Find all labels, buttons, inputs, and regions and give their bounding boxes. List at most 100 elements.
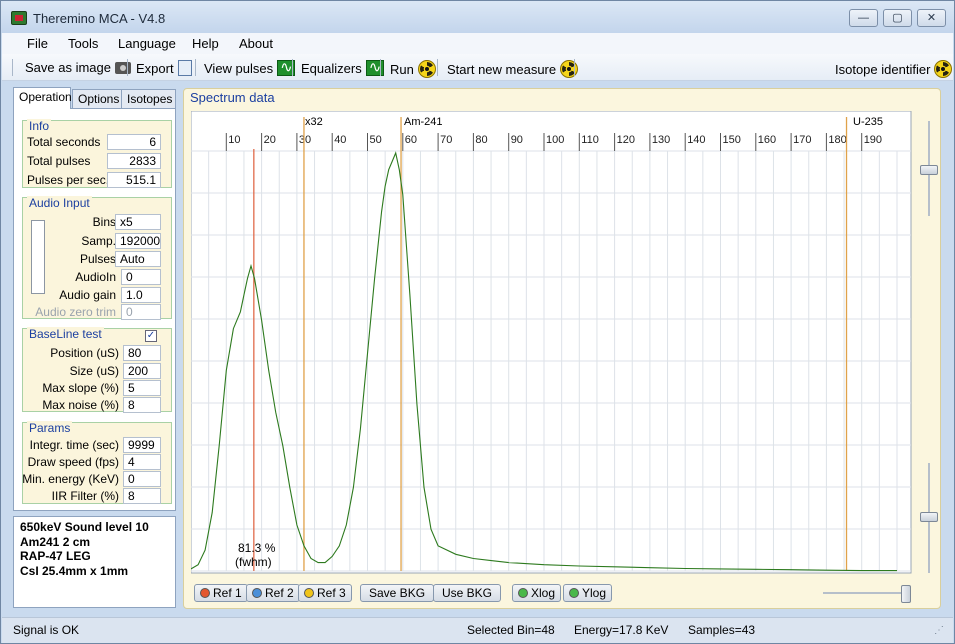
use-bkg-button[interactable]: Use BKG xyxy=(433,584,502,602)
info-group-title: Info xyxy=(27,119,52,133)
green-dot-icon xyxy=(569,588,579,598)
pulses-label: Pulses xyxy=(79,252,116,266)
camera-icon xyxy=(115,61,131,74)
max-noise-label: Max noise (%) xyxy=(42,398,119,412)
view-pulses-button[interactable]: View pulses xyxy=(204,58,296,76)
ref2-button[interactable]: Ref 2 xyxy=(246,584,300,602)
slider-thumb[interactable] xyxy=(901,585,911,603)
x-tick-label: 170 xyxy=(793,134,811,146)
x-tick-label: 30 xyxy=(299,134,311,146)
save-image-button[interactable]: Save as image xyxy=(25,60,131,75)
close-button[interactable]: ✕ xyxy=(917,9,946,27)
audioin-field[interactable]: 0 xyxy=(121,269,161,285)
slider-track xyxy=(823,592,911,594)
menu-file[interactable]: File xyxy=(27,36,48,51)
fwhm-label: (fwhm) xyxy=(235,555,272,569)
energy-status: Energy=17.8 KeV xyxy=(574,623,669,637)
integr-time-label: Integr. time (sec) xyxy=(29,438,119,452)
params-group: Params Integr. time (sec) 9999 Draw spee… xyxy=(22,421,172,504)
samp-select[interactable]: 192000 xyxy=(115,233,161,249)
min-energy-field[interactable]: 0 xyxy=(123,471,161,487)
total-pulses-value: 2833 xyxy=(107,153,161,169)
x-tick-label: 80 xyxy=(475,134,487,146)
export-label: Export xyxy=(136,60,174,76)
marker-u235-label: U-235 xyxy=(853,116,883,128)
pulses-select[interactable]: Auto xyxy=(115,251,161,267)
toolbar-separator xyxy=(380,59,381,76)
equalizers-button[interactable]: Equalizers xyxy=(301,58,384,76)
x-zoom-slider[interactable] xyxy=(823,583,913,603)
max-slope-label: Max slope (%) xyxy=(42,381,119,395)
baseline-group-title: BaseLine test xyxy=(27,327,104,341)
bins-select[interactable]: x5 xyxy=(115,214,161,230)
menu-about[interactable]: About xyxy=(239,36,273,51)
max-noise-field[interactable]: 8 xyxy=(123,397,161,413)
run-button[interactable]: Run xyxy=(390,60,436,78)
size-label: Size (uS) xyxy=(69,364,119,378)
pps-value: 515.1 xyxy=(107,172,161,188)
menu-language[interactable]: Language xyxy=(118,36,176,51)
toolbar-separator xyxy=(195,59,196,76)
export-button[interactable]: Export xyxy=(136,60,192,76)
selected-bin-status: Selected Bin=48 xyxy=(467,623,555,637)
max-slope-field[interactable]: 5 xyxy=(123,380,161,396)
baseline-checkbox[interactable]: ✓ xyxy=(145,330,157,342)
resize-grip-icon[interactable]: ⋰ xyxy=(934,625,944,636)
title-bar: Theremino MCA - V4.8 — ▢ ✕ xyxy=(1,1,954,33)
x-tick-label: 60 xyxy=(405,134,417,146)
export-icon xyxy=(177,60,192,76)
audio-gain-field[interactable]: 1.0 xyxy=(121,287,161,303)
audio-zero-trim-field[interactable]: 0 xyxy=(121,304,161,320)
position-field[interactable]: 80 xyxy=(123,345,161,361)
close-icon: ✕ xyxy=(926,12,937,24)
audio-group-title: Audio Input xyxy=(27,196,92,210)
isotope-identifier-button[interactable]: Isotope identifier xyxy=(835,60,953,78)
radiation-icon xyxy=(417,60,436,78)
minimize-button[interactable]: — xyxy=(849,9,878,27)
offset-slider[interactable] xyxy=(919,463,939,573)
audio-zero-trim-label: Audio zero trim xyxy=(35,305,116,319)
notes-line: Am241 2 cm xyxy=(20,534,91,549)
x-tick-label: 100 xyxy=(546,134,564,146)
iir-filter-field[interactable]: 8 xyxy=(123,488,161,504)
marker-x32-label: x32 xyxy=(305,116,323,128)
app-window: Theremino MCA - V4.8 — ▢ ✕ File Tools La… xyxy=(0,0,955,644)
menu-tools[interactable]: Tools xyxy=(68,36,98,51)
ylog-button[interactable]: Ylog xyxy=(563,584,613,602)
integr-time-field[interactable]: 9999 xyxy=(123,437,161,453)
marker-am241-label: Am-241 xyxy=(404,116,443,128)
menu-help[interactable]: Help xyxy=(192,36,219,51)
fwhm-percent: 81.3 % xyxy=(238,541,276,555)
draw-speed-field[interactable]: 4 xyxy=(123,454,161,470)
start-new-label: Start new measure xyxy=(447,61,557,77)
toolbar: Save as image Export View pulses Equaliz… xyxy=(2,54,953,81)
save-bkg-button[interactable]: Save BKG xyxy=(360,584,435,602)
ref3-button[interactable]: Ref 3 xyxy=(298,584,352,602)
y-scale-slider[interactable] xyxy=(919,121,939,216)
operation-panel: Info Total seconds 6 Total pulses 2833 P… xyxy=(13,108,176,511)
tab-operation[interactable]: Operation xyxy=(13,87,72,109)
samp-label: Samp. xyxy=(81,234,116,248)
slider-thumb[interactable] xyxy=(920,165,938,175)
total-pulses-label: Total pulses xyxy=(27,154,91,168)
total-seconds-label: Total seconds xyxy=(27,135,101,149)
xlog-button[interactable]: Xlog xyxy=(512,584,562,602)
maximize-button[interactable]: ▢ xyxy=(883,9,912,27)
ref1-button[interactable]: Ref 1 xyxy=(194,584,248,602)
samples-status: Samples=43 xyxy=(688,623,756,637)
x-tick-label: 120 xyxy=(617,134,635,146)
tab-isotopes[interactable]: Isotopes xyxy=(121,89,176,109)
spectrum-chart[interactable]: 10 20 30 40 50 60 70 80 90 100 110 120 130 140 150 160 1… xyxy=(191,111,913,574)
start-new-measure-button[interactable]: Start new measure xyxy=(447,60,579,78)
radiation-icon xyxy=(934,60,953,78)
window-title: Theremino MCA - V4.8 xyxy=(33,11,166,26)
spectrum-title: Spectrum data xyxy=(190,90,275,105)
save-image-label: Save as image xyxy=(25,60,111,75)
status-bar: Signal is OK Selected Bin=48 Energy=17.8… xyxy=(2,617,953,643)
size-field[interactable]: 200 xyxy=(123,363,161,379)
baseline-group: BaseLine test ✓ Position (uS) 80 Size (u… xyxy=(22,327,172,413)
ref3-label: Ref 3 xyxy=(317,586,346,600)
slider-thumb[interactable] xyxy=(920,512,938,522)
notes-textbox[interactable]: 650keV Sound level 10 Am241 2 cm RAP-47 … xyxy=(13,516,176,608)
run-label: Run xyxy=(390,61,414,77)
